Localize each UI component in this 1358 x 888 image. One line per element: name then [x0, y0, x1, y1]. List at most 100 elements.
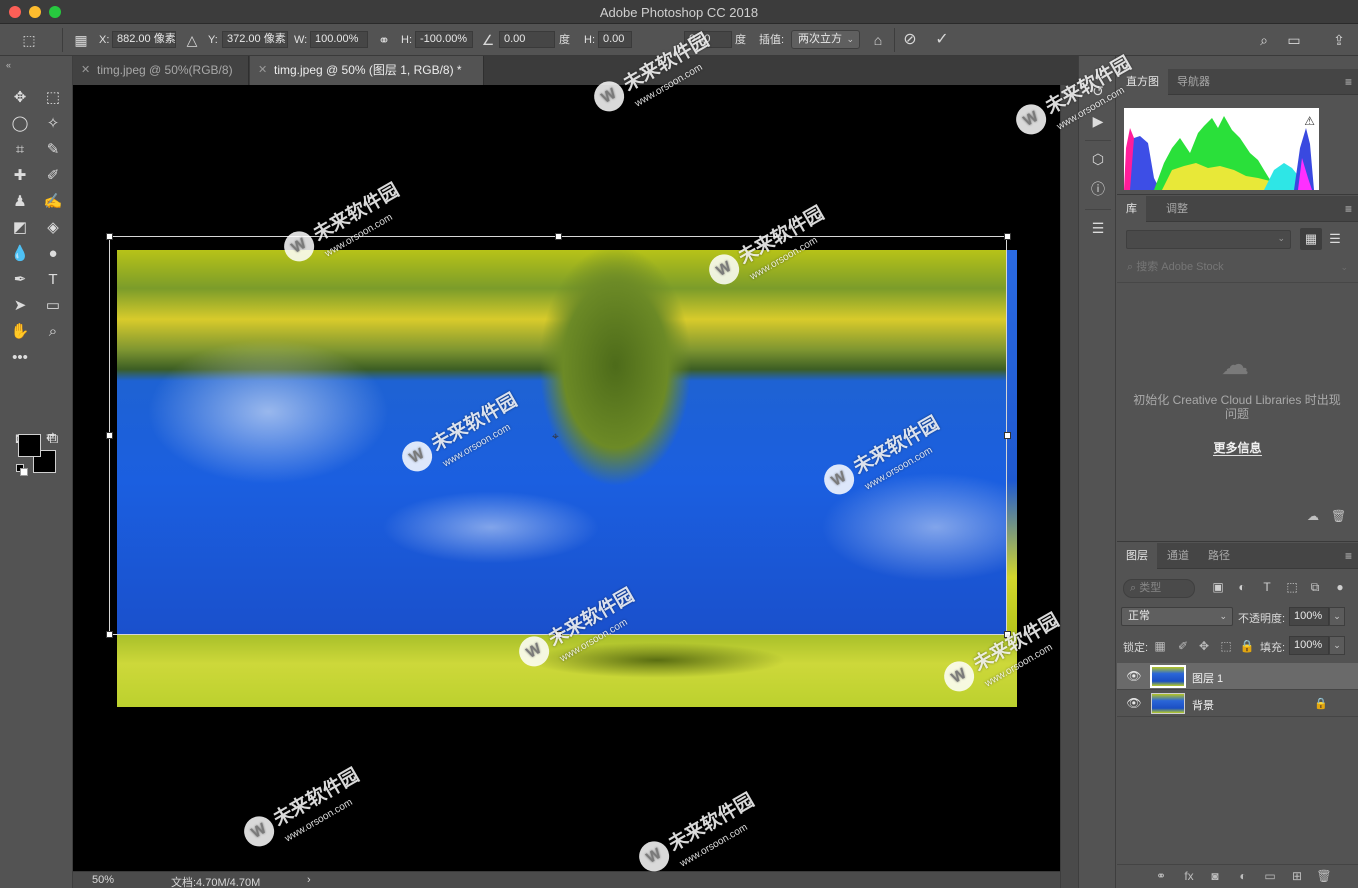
filter-adjustment-icon[interactable]: ◐ [1234, 580, 1250, 594]
filter-smart-object-icon[interactable]: ⧉ [1307, 580, 1323, 595]
library-select[interactable]: ⌄ [1126, 230, 1291, 249]
tab-adjustments[interactable]: 调整 [1157, 196, 1197, 222]
tab-document-2[interactable]: ✕ timg.jpeg @ 50% (图层 1, RGB/8) * [250, 56, 484, 85]
interpolation-select[interactable]: 两次立方 ⌄ [791, 30, 860, 49]
new-layer-icon[interactable]: ⊞ [1289, 869, 1305, 883]
workspace-icon[interactable]: ▭ [1285, 31, 1303, 49]
trash-icon[interactable]: 🗑 [1316, 869, 1332, 883]
tab-channels[interactable]: 通道 [1158, 543, 1198, 569]
properties-icon[interactable]: ☰ [1088, 218, 1108, 238]
info-icon[interactable]: ⓘ [1088, 179, 1108, 199]
lock-transparent-icon[interactable]: ▦ [1152, 639, 1168, 653]
stock-search-input[interactable]: ⌕ 搜索 Adobe Stock ⌄ [1123, 256, 1352, 278]
crop-tool-icon[interactable]: ⌗ [8, 139, 32, 161]
relative-position-icon[interactable]: △ [183, 31, 201, 49]
actions-icon[interactable]: ▶ [1088, 111, 1108, 131]
link-icon[interactable]: ⚭ [375, 31, 393, 49]
more-info-link[interactable]: 更多信息 [1117, 439, 1358, 456]
tab-paths[interactable]: 路径 [1199, 543, 1239, 569]
opacity-chevron-icon[interactable]: ⌄ [1329, 607, 1345, 626]
layer-row-background[interactable]: 👁 背景 🔒 [1117, 690, 1358, 717]
vertical-scrollbar[interactable] [1060, 85, 1078, 888]
width-field[interactable]: 100.00% [310, 31, 368, 48]
transform-handle-bottom[interactable] [555, 631, 562, 638]
transform-handle-top-right[interactable] [1004, 233, 1011, 240]
cancel-transform-icon[interactable]: ⊘ [901, 31, 919, 49]
link-layers-icon[interactable]: ⚭ [1153, 869, 1169, 883]
tab-histogram[interactable]: 直方图 [1117, 69, 1168, 95]
hand-tool-icon[interactable]: ✋ [8, 321, 32, 343]
marquee-tool-icon[interactable]: ⬚ [41, 87, 65, 109]
skew-v-field[interactable]: 0.00 [684, 31, 732, 48]
pen-tool-icon[interactable]: ✒ [8, 269, 32, 291]
transform-handle-top-left[interactable] [106, 233, 113, 240]
visibility-eye-icon[interactable]: 👁 [1126, 669, 1142, 683]
opacity-field[interactable]: 100% [1289, 607, 1329, 626]
path-selection-tool-icon[interactable]: ➤ [8, 295, 32, 317]
rotation-field[interactable]: 0.00 [499, 31, 555, 48]
tab-document-1[interactable]: ✕ timg.jpeg @ 50%(RGB/8) [73, 56, 249, 85]
close-icon[interactable]: ✕ [258, 56, 267, 85]
healing-brush-tool-icon[interactable]: ✚ [8, 165, 32, 187]
fill-chevron-icon[interactable]: ⌄ [1329, 636, 1345, 655]
panel-menu-icon[interactable]: ≡ [1345, 202, 1352, 216]
layer-filter-select[interactable]: ⌕ 类型 [1123, 579, 1195, 598]
lock-artboard-icon[interactable]: ⬚ [1218, 639, 1234, 653]
commit-transform-icon[interactable]: ✓ [933, 31, 951, 49]
cloud-sync-icon[interactable]: ☁ [1307, 509, 1319, 523]
brush-tool-icon[interactable]: ✐ [41, 165, 65, 187]
fx-icon[interactable]: fx [1181, 869, 1197, 883]
trash-icon[interactable]: 🗑 [1331, 509, 1346, 523]
zoom-level[interactable]: 50% [92, 874, 114, 886]
3d-icon[interactable]: ⬡ [1088, 149, 1108, 169]
grid-view-icon[interactable]: ▦ [1300, 228, 1322, 250]
y-position-field[interactable]: 372.00 像素 [222, 31, 288, 48]
filter-toggle-icon[interactable]: ● [1332, 580, 1348, 594]
rectangle-tool-icon[interactable]: ▭ [41, 295, 65, 317]
add-mask-icon[interactable]: ◙ [1207, 869, 1223, 883]
screen-mode-icon[interactable]: ⧉ [41, 428, 65, 450]
share-icon[interactable]: ⇪ [1330, 31, 1348, 49]
reference-point-icon[interactable]: ▦ [72, 31, 90, 49]
tab-library[interactable]: 库 [1117, 196, 1146, 222]
eraser-tool-icon[interactable]: ◩ [8, 217, 32, 239]
x-position-field[interactable]: 882.00 像素 [112, 31, 176, 48]
transform-handle-bottom-left[interactable] [106, 631, 113, 638]
tab-layers[interactable]: 图层 [1117, 543, 1157, 569]
panel-menu-icon[interactable]: ≡ [1345, 75, 1352, 89]
warp-icon[interactable]: ⌂ [869, 31, 887, 49]
dodge-tool-icon[interactable]: ● [41, 243, 65, 265]
transform-handle-left[interactable] [106, 432, 113, 439]
filter-pixel-icon[interactable]: ▣ [1210, 580, 1226, 594]
lock-all-icon[interactable]: 🔒 [1239, 639, 1255, 653]
lock-position-icon[interactable]: ✥ [1196, 639, 1212, 653]
search-icon[interactable]: ⌕ [1255, 31, 1273, 49]
panel-menu-icon[interactable]: ≡ [1345, 549, 1352, 563]
status-menu-arrow[interactable]: › [307, 874, 311, 886]
transform-handle-bottom-right[interactable] [1004, 631, 1011, 638]
blur-tool-icon[interactable]: 💧 [8, 243, 32, 265]
history-icon[interactable]: ↺ [1088, 81, 1108, 101]
lock-pixels-icon[interactable]: ✐ [1175, 639, 1191, 653]
transform-handle-right[interactable] [1004, 432, 1011, 439]
new-group-icon[interactable]: ▭ [1262, 869, 1278, 883]
lasso-tool-icon[interactable]: ◯ [8, 113, 32, 135]
move-transform-icon[interactable]: ⬚ [20, 31, 38, 49]
default-colors-icon[interactable] [16, 464, 28, 476]
fill-field[interactable]: 100% [1289, 636, 1329, 655]
paint-bucket-tool-icon[interactable]: ◈ [41, 217, 65, 239]
history-brush-tool-icon[interactable]: ✍ [41, 191, 65, 213]
visibility-eye-icon[interactable]: 👁 [1126, 696, 1142, 710]
zoom-tool-icon[interactable]: ⌕ [41, 321, 65, 343]
height-field[interactable]: -100.00% [415, 31, 473, 48]
filter-shape-icon[interactable]: ⬚ [1284, 580, 1300, 594]
filter-type-icon[interactable]: T [1259, 580, 1275, 594]
move-tool-icon[interactable]: ✥ [8, 87, 32, 109]
layer-row-layer1[interactable]: 👁 图层 1 [1117, 663, 1358, 690]
tab-navigator[interactable]: 导航器 [1168, 69, 1219, 95]
list-view-icon[interactable]: ☰ [1324, 228, 1346, 250]
blend-mode-select[interactable]: 正常 ⌄ [1121, 607, 1233, 626]
collapse-icon[interactable]: « [6, 60, 11, 70]
reference-point-icon[interactable]: ⌖ [552, 429, 559, 444]
eyedropper-tool-icon[interactable]: ✎ [41, 139, 65, 161]
